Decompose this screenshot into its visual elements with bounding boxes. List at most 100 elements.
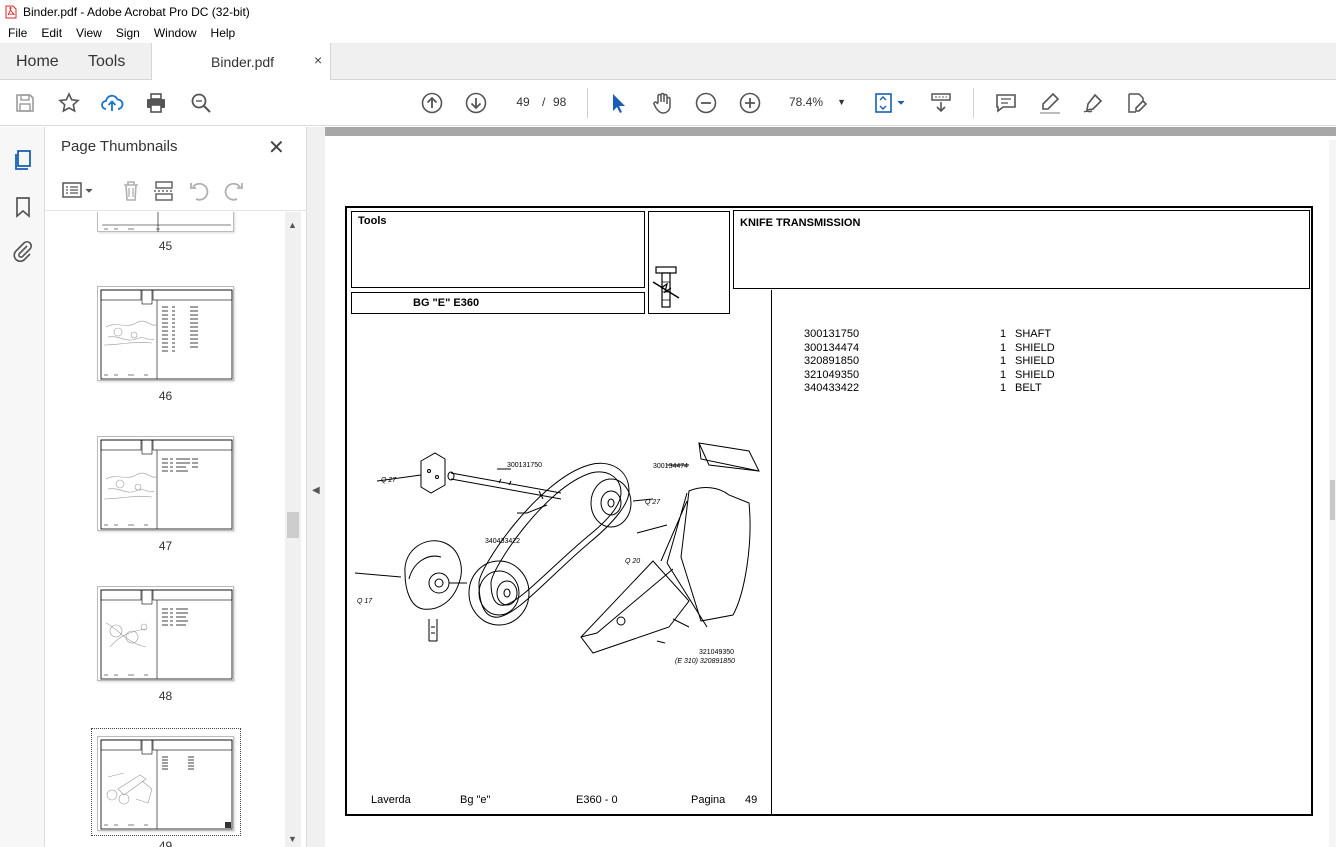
fill-sign-icon[interactable] bbox=[1125, 91, 1149, 115]
hand-tool-icon[interactable] bbox=[650, 91, 674, 115]
callout-q20: Q 20 bbox=[625, 558, 640, 565]
tools-box: Tools bbox=[351, 211, 645, 288]
tab-home[interactable]: Home bbox=[16, 43, 59, 80]
save-icon[interactable] bbox=[13, 91, 37, 115]
draw-pen-icon[interactable] bbox=[1081, 91, 1105, 115]
print-icon[interactable] bbox=[144, 91, 168, 115]
thumbnail-page-47[interactable] bbox=[97, 436, 234, 531]
footer-code: E360 - 0 bbox=[576, 794, 618, 806]
page-thumbnails-icon[interactable] bbox=[11, 148, 35, 172]
part-qty: 1 bbox=[1000, 328, 1007, 340]
part-qty: 1 bbox=[1000, 382, 1007, 394]
menu-help[interactable]: Help bbox=[203, 26, 242, 40]
tab-document[interactable]: Binder.pdf × bbox=[151, 43, 331, 81]
attachments-icon[interactable] bbox=[11, 240, 35, 264]
star-icon[interactable] bbox=[57, 91, 81, 115]
scrollbar-thumb[interactable] bbox=[287, 512, 299, 538]
menu-view[interactable]: View bbox=[68, 26, 108, 40]
scroll-down-icon[interactable]: ▼ bbox=[288, 834, 297, 844]
thumbnail-list: 45 46 47 48 49 bbox=[45, 212, 285, 847]
thumbnail-label: 45 bbox=[158, 239, 173, 253]
thumbnail-page-48[interactable] bbox=[97, 586, 234, 681]
callout-321049350: 321049350 bbox=[699, 649, 734, 656]
parts-list: 300131750 1 SHAFT 300134474 1 SHIELD 3208918… bbox=[804, 328, 1055, 396]
fit-page-icon[interactable] bbox=[873, 91, 909, 115]
left-navigation-rail bbox=[0, 127, 45, 847]
thumbnail-page-49[interactable] bbox=[97, 736, 234, 831]
model-label: BG "E" E360 bbox=[413, 297, 480, 309]
thumbnail-scrollbar[interactable]: ▲ ▼ bbox=[285, 212, 301, 847]
highlight-pen-icon[interactable] bbox=[1038, 91, 1062, 115]
zoom-out-icon[interactable] bbox=[694, 91, 718, 115]
parts-row: 300131750 1 SHAFT bbox=[804, 328, 1055, 342]
upload-cloud-icon[interactable] bbox=[100, 91, 124, 115]
toolbar-divider bbox=[973, 88, 974, 118]
zoom-search-icon[interactable] bbox=[189, 91, 213, 115]
part-number: 320891850 bbox=[804, 355, 860, 367]
trash-icon[interactable] bbox=[119, 179, 143, 203]
select-cursor-icon[interactable] bbox=[606, 91, 630, 115]
tools-label: Tools bbox=[358, 215, 387, 227]
part-number: 300134474 bbox=[804, 341, 860, 354]
thumbnail-label: 49 bbox=[158, 839, 173, 847]
callout-q27-left: Q 27 bbox=[381, 477, 397, 484]
zoom-level-select[interactable]: 78.4% ▼ bbox=[782, 90, 852, 114]
menu-bar: File Edit View Sign Window Help bbox=[0, 23, 1336, 43]
parts-row: 320891850 1 SHIELD bbox=[804, 355, 1055, 369]
scroll-up-icon[interactable]: ▲ bbox=[288, 220, 297, 230]
current-page-input[interactable]: 49 bbox=[508, 90, 538, 114]
callout-340433422: 340433422 bbox=[485, 538, 520, 545]
thumbnail-page-46[interactable] bbox=[97, 286, 234, 381]
menu-sign[interactable]: Sign bbox=[108, 26, 146, 40]
pdf-icon bbox=[5, 5, 17, 18]
page-thumbnails-panel: Page Thumbnails ✕ 45 46 47 48 49 ▲ ▼ bbox=[45, 127, 307, 847]
part-desc: SHIELD bbox=[1015, 355, 1055, 367]
pdf-page: Tools BG "E" E360 KNIFE TRANSMISSION 300… bbox=[345, 206, 1313, 816]
close-icon[interactable]: ✕ bbox=[268, 135, 285, 160]
part-qty: 1 bbox=[1000, 355, 1007, 367]
thumbnail-label: 46 bbox=[158, 389, 173, 403]
panel-toolbar bbox=[45, 171, 307, 211]
title-box: KNIFE TRANSMISSION bbox=[733, 210, 1310, 289]
panel-collapse-strip[interactable]: ◀ bbox=[307, 127, 325, 847]
tab-close-icon[interactable]: × bbox=[314, 52, 322, 68]
callout-q17: Q 17 bbox=[357, 598, 373, 605]
part-qty: 1 bbox=[1000, 368, 1007, 381]
callout-300134474: 300134474 bbox=[653, 463, 688, 470]
panel-title: Page Thumbnails bbox=[61, 138, 178, 155]
part-number: 300131750 bbox=[804, 328, 860, 340]
extract-pages-icon[interactable] bbox=[152, 179, 176, 203]
menu-edit[interactable]: Edit bbox=[33, 26, 68, 40]
part-desc: SHAFT bbox=[1015, 328, 1052, 340]
previous-page-icon[interactable] bbox=[420, 91, 444, 115]
thumbnail-label: 48 bbox=[158, 689, 173, 703]
zoom-in-icon[interactable] bbox=[738, 91, 762, 115]
rotate-left-icon[interactable] bbox=[188, 179, 212, 203]
menu-window[interactable]: Window bbox=[146, 26, 203, 40]
comment-icon[interactable] bbox=[994, 91, 1018, 115]
column-divider bbox=[771, 290, 772, 816]
menu-file[interactable]: File bbox=[0, 26, 33, 40]
tool-pictogram bbox=[652, 266, 680, 308]
toolbar-divider bbox=[587, 88, 588, 118]
options-menu-icon[interactable] bbox=[61, 179, 95, 203]
collapse-arrow-icon[interactable]: ◀ bbox=[312, 485, 320, 496]
page-heading: KNIFE TRANSMISSION bbox=[740, 217, 861, 229]
footer-brand: Laverda bbox=[371, 794, 411, 806]
parts-row: 300134474 1 SHIELD bbox=[804, 342, 1055, 356]
tab-bar: Home Tools Binder.pdf × bbox=[0, 43, 1336, 81]
thumbnail-page-45[interactable] bbox=[97, 212, 234, 232]
rotate-right-icon[interactable] bbox=[221, 179, 245, 203]
bookmarks-icon[interactable] bbox=[11, 195, 35, 219]
parts-row: 340433422 1 BELT bbox=[804, 382, 1055, 396]
tab-document-label: Binder.pdf bbox=[211, 54, 275, 70]
footer-model: Bg "e" bbox=[460, 794, 491, 806]
part-qty: 1 bbox=[1000, 341, 1007, 354]
part-number: 321049350 bbox=[804, 368, 860, 381]
part-number: 340433422 bbox=[804, 382, 860, 394]
document-scrollbar[interactable] bbox=[1329, 140, 1336, 847]
scroll-mode-icon[interactable] bbox=[929, 91, 953, 115]
document-scrollbar-thumb[interactable] bbox=[1330, 480, 1335, 520]
next-page-icon[interactable] bbox=[464, 91, 488, 115]
tab-tools[interactable]: Tools bbox=[88, 43, 125, 80]
